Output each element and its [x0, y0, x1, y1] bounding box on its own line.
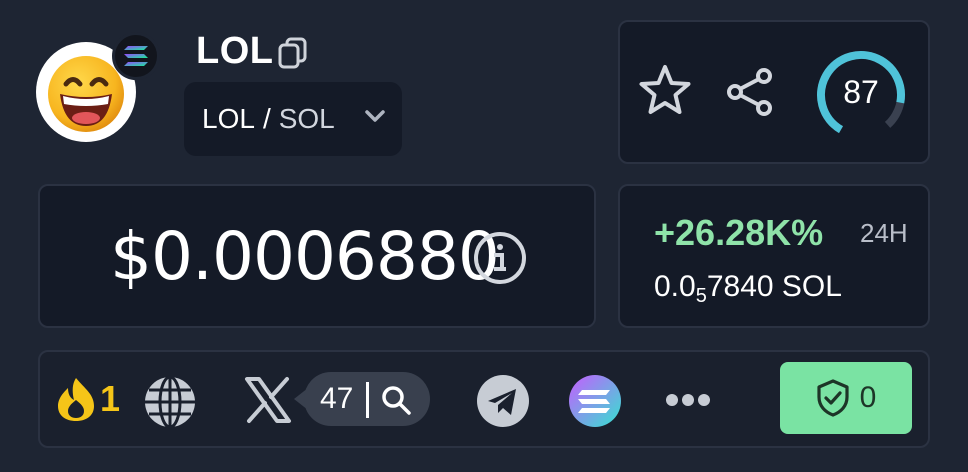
pair-select[interactable]: LOL / SOL [184, 82, 402, 156]
price-usd: $0.0006880 [110, 218, 500, 295]
price-change-percent: +26.28K% [654, 212, 824, 253]
solana-icon [124, 46, 148, 66]
chevron-down-icon [365, 110, 385, 122]
price-sol-suffix: 7840 SOL [706, 270, 842, 303]
price-sol: 0.057840 SOL [654, 270, 842, 308]
token-name: LOL [196, 30, 274, 72]
more-icon[interactable] [664, 392, 712, 408]
pair-base: LOL [202, 103, 255, 134]
price-sol-zero-count: 5 [695, 285, 707, 307]
fire-count: 1 [100, 378, 121, 419]
telegram-icon[interactable] [476, 374, 530, 428]
info-icon[interactable] [472, 230, 528, 286]
pair-separator: / [262, 103, 271, 134]
divider [366, 382, 369, 418]
pair-quote: SOL [278, 103, 335, 134]
x-search-count: 47 [320, 382, 354, 415]
share-icon[interactable] [724, 66, 776, 118]
x-icon[interactable] [244, 376, 292, 424]
price-sol-prefix: 0.0 [654, 270, 696, 303]
fire-icon[interactable] [54, 376, 98, 422]
price-change-period: 24H [860, 218, 908, 248]
shield-check-icon [817, 379, 849, 417]
search-icon [380, 384, 412, 416]
security-button[interactable]: 0 [780, 362, 912, 434]
copy-icon[interactable] [276, 36, 310, 70]
solana-icon[interactable] [568, 374, 622, 428]
security-count: 0 [859, 381, 877, 414]
score-value[interactable]: 87 [814, 48, 908, 142]
chain-badge [112, 32, 160, 80]
globe-icon[interactable] [142, 374, 198, 430]
star-icon[interactable] [636, 62, 694, 120]
